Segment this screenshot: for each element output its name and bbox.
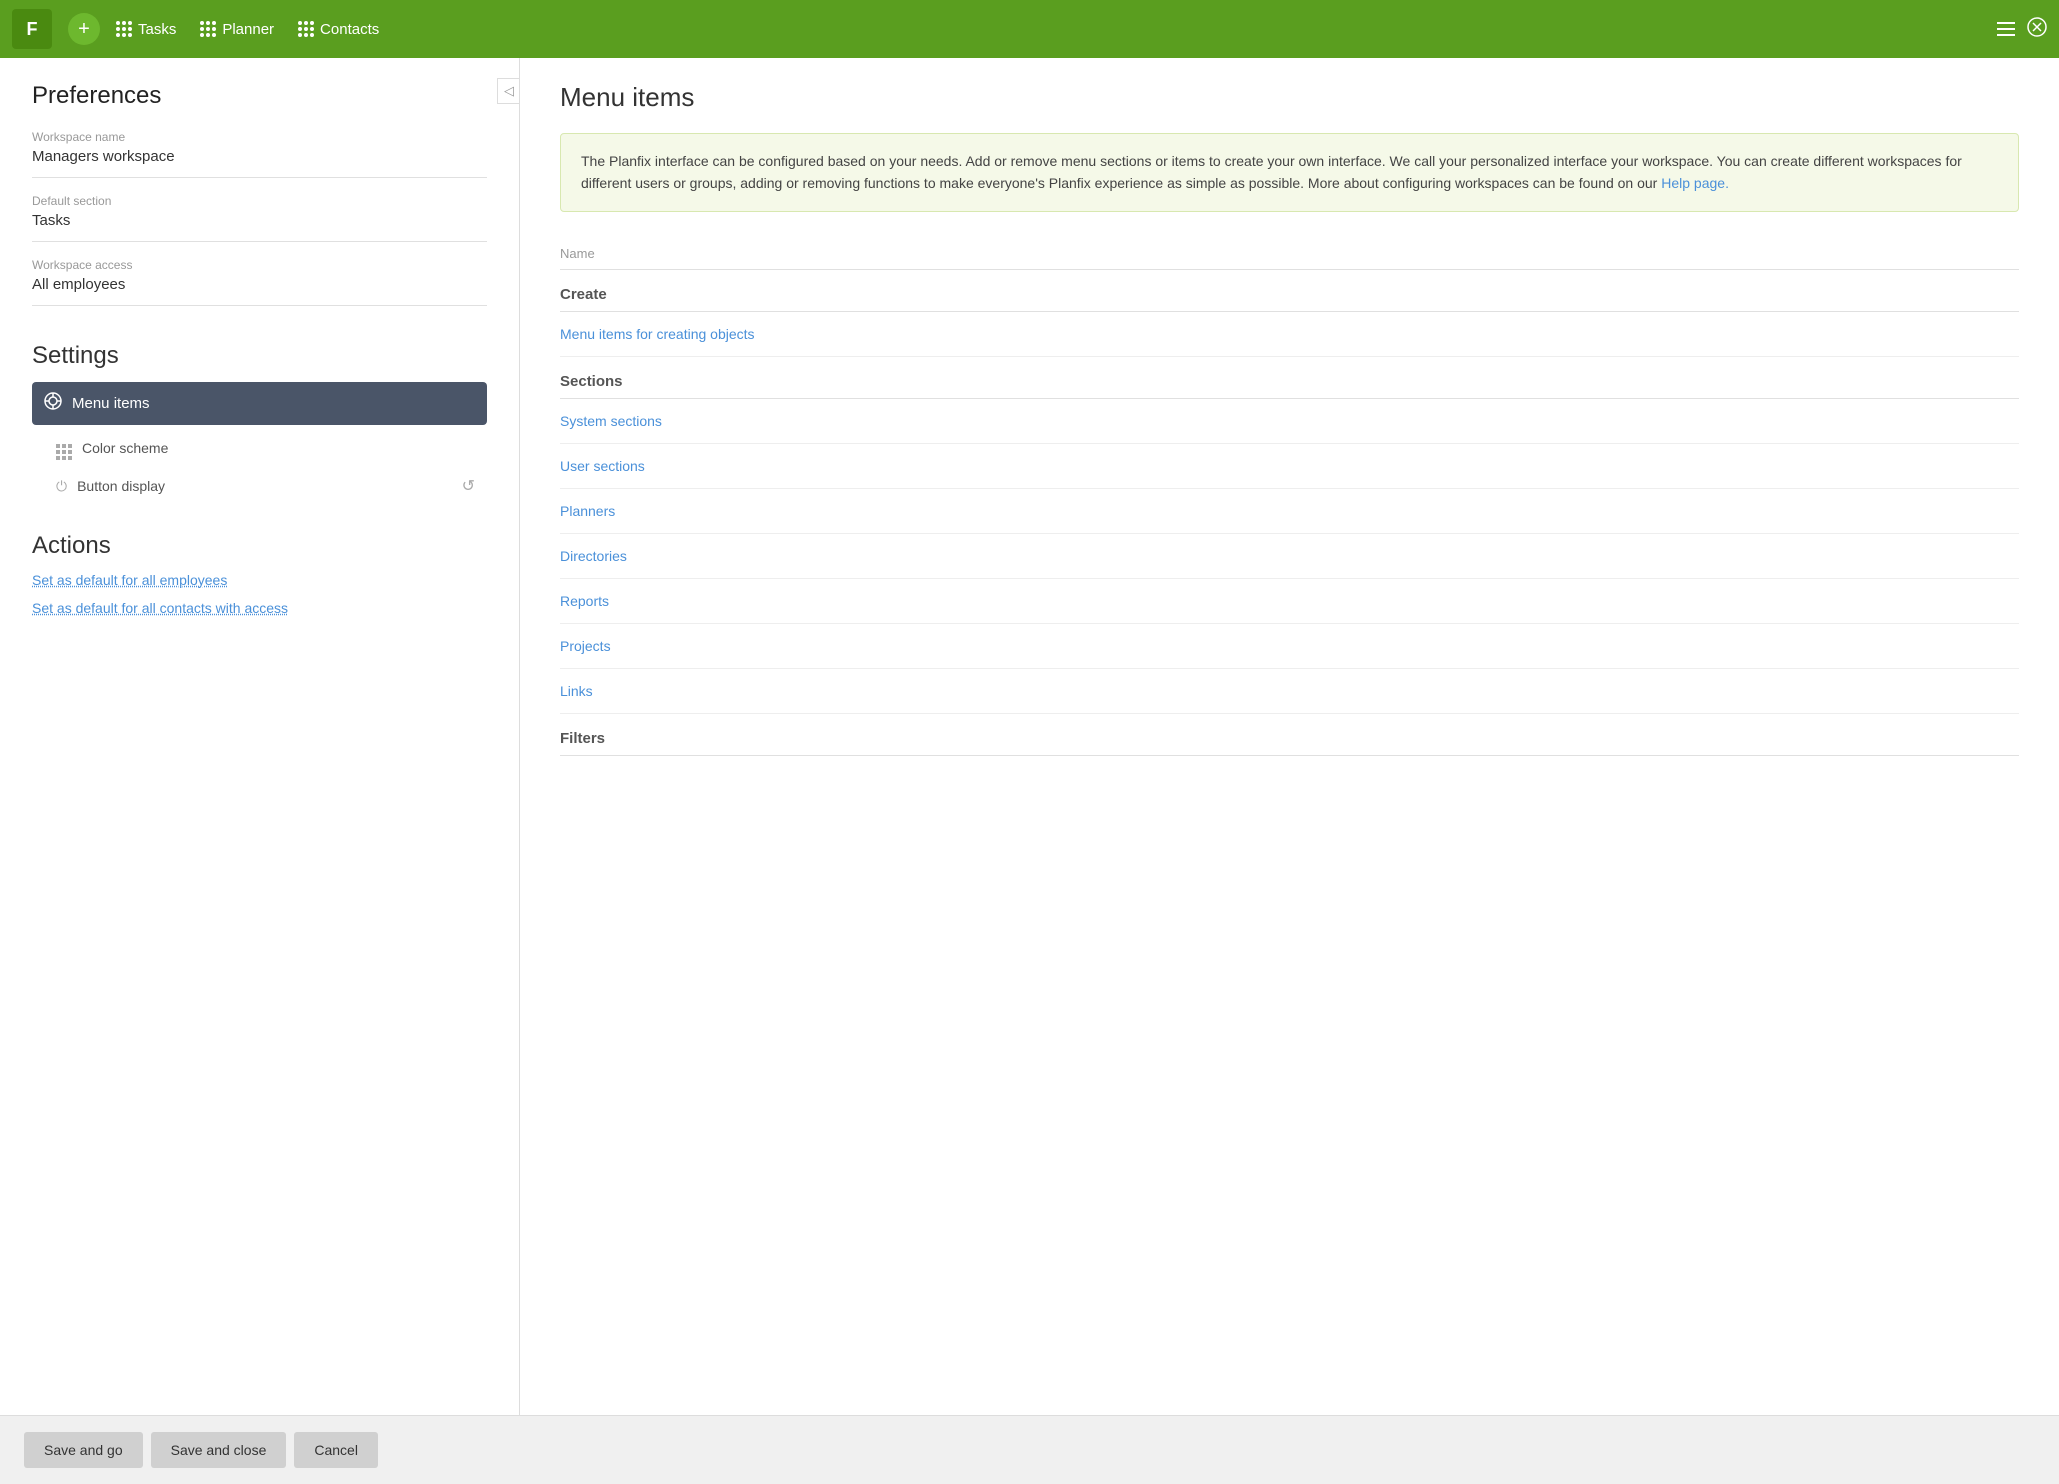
directories-link[interactable]: Directories	[560, 548, 627, 564]
grid-icon-tasks	[116, 21, 132, 37]
create-group-label: Create	[560, 270, 2019, 312]
set-default-contacts-link[interactable]: Set as default for all contacts with acc…	[32, 600, 487, 616]
top-navigation: F + Tasks Planner	[0, 0, 2059, 58]
close-icon	[2027, 17, 2047, 37]
color-scheme-label: Color scheme	[82, 440, 168, 456]
nav-item-tasks[interactable]: Tasks	[116, 21, 176, 38]
actions-title: Actions	[32, 532, 487, 560]
system-sections-row[interactable]: System sections	[560, 399, 2019, 444]
hamburger-menu-button[interactable]	[1997, 22, 2015, 36]
user-sections-row[interactable]: User sections	[560, 444, 2019, 489]
preferences-dialog: ◁ Preferences Workspace name Managers wo…	[0, 58, 2059, 1484]
help-page-link[interactable]: Help page.	[1661, 175, 1729, 191]
directories-row[interactable]: Directories	[560, 534, 2019, 579]
system-sections-link[interactable]: System sections	[560, 413, 662, 429]
workspace-access-value[interactable]: All employees	[32, 276, 487, 293]
filters-group-label: Filters	[560, 714, 2019, 756]
button-display-cursor-indicator: ↺	[462, 476, 475, 496]
create-menu-item-row[interactable]: Menu items for creating objects	[560, 312, 2019, 357]
settings-title: Settings	[32, 342, 487, 370]
links-link[interactable]: Links	[560, 683, 593, 699]
save-go-button[interactable]: Save and go	[24, 1432, 143, 1468]
links-row[interactable]: Links	[560, 669, 2019, 714]
default-section-value[interactable]: Tasks	[32, 212, 487, 229]
nav-item-planner[interactable]: Planner	[200, 21, 274, 38]
projects-link[interactable]: Projects	[560, 638, 611, 654]
button-display-label: Button display	[77, 478, 165, 494]
app-logo[interactable]: F	[12, 9, 52, 49]
preferences-title: Preferences	[32, 82, 487, 110]
reports-row[interactable]: Reports	[560, 579, 2019, 624]
grid-icon-planner	[200, 21, 216, 37]
workspace-access-label: Workspace access	[32, 258, 487, 272]
left-panel: ◁ Preferences Workspace name Managers wo…	[0, 58, 520, 1415]
sections-group-label: Sections	[560, 357, 2019, 399]
dialog-footer: Save and go Save and close Cancel	[0, 1415, 2059, 1484]
menu-items-title: Menu items	[560, 82, 2019, 113]
settings-button-display[interactable]: ⏻ Button display ↺	[32, 468, 487, 504]
close-nav-button[interactable]	[2027, 17, 2047, 42]
collapse-panel-button[interactable]: ◁	[497, 78, 520, 104]
planners-row[interactable]: Planners	[560, 489, 2019, 534]
info-text: The Planfix interface can be configured …	[581, 153, 1962, 191]
save-close-button[interactable]: Save and close	[151, 1432, 287, 1468]
settings-menu-items[interactable]: Menu items	[32, 382, 487, 425]
color-scheme-icon	[56, 435, 72, 460]
workspace-name-value[interactable]: Managers workspace	[32, 148, 487, 165]
set-default-employees-link[interactable]: Set as default for all employees	[32, 572, 487, 588]
cancel-button[interactable]: Cancel	[294, 1432, 378, 1468]
user-sections-link[interactable]: User sections	[560, 458, 645, 474]
workspace-access-field: Workspace access All employees	[32, 258, 487, 306]
menu-items-label: Menu items	[72, 395, 150, 412]
settings-color-scheme[interactable]: Color scheme	[32, 427, 487, 468]
default-section-label: Default section	[32, 194, 487, 208]
planners-link[interactable]: Planners	[560, 503, 615, 519]
workspace-name-label: Workspace name	[32, 130, 487, 144]
power-icon: ⏻	[56, 478, 67, 495]
add-button[interactable]: +	[68, 13, 100, 45]
menu-items-icon	[44, 392, 62, 415]
hamburger-icon	[1997, 22, 2015, 36]
create-menu-item-link[interactable]: Menu items for creating objects	[560, 326, 755, 342]
name-column-header: Name	[560, 236, 2019, 270]
nav-item-contacts[interactable]: Contacts	[298, 21, 379, 38]
nav-right-controls	[1997, 17, 2047, 42]
workspace-name-field: Workspace name Managers workspace	[32, 130, 487, 178]
nav-items: Tasks Planner Contacts	[116, 21, 379, 38]
grid-icon-contacts	[298, 21, 314, 37]
default-section-field: Default section Tasks	[32, 194, 487, 242]
projects-row[interactable]: Projects	[560, 624, 2019, 669]
info-box: The Planfix interface can be configured …	[560, 133, 2019, 212]
dialog-body: ◁ Preferences Workspace name Managers wo…	[0, 58, 2059, 1415]
right-panel: Menu items The Planfix interface can be …	[520, 58, 2059, 1415]
reports-link[interactable]: Reports	[560, 593, 609, 609]
